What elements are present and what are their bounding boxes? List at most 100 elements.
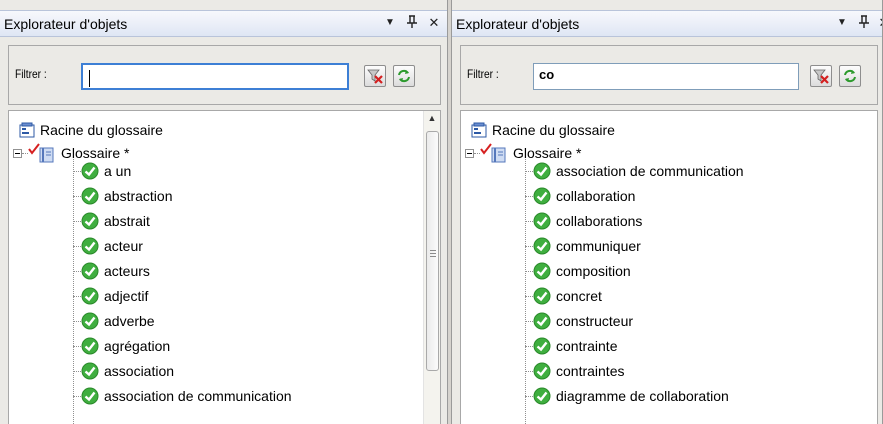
tree-item[interactable]: contraintes xyxy=(521,360,624,382)
object-explorer-right: Explorateur d'objets ▼ ✕ Filtrer : co xyxy=(451,0,883,424)
tree-item[interactable]: concret xyxy=(521,285,602,307)
object-tree: Racine du glossaire Glossaire * a un abs… xyxy=(8,110,441,424)
filter-label: Filtrer : xyxy=(467,67,499,81)
tree-root-label: Racine du glossaire xyxy=(492,122,615,138)
tree-item-label: acteur xyxy=(104,238,143,254)
green-check-icon xyxy=(533,337,551,355)
panel-title: Explorateur d'objets xyxy=(4,16,128,32)
filter-label: Filtrer : xyxy=(15,67,47,81)
glossary-book-icon xyxy=(28,143,54,163)
green-check-icon xyxy=(81,187,99,205)
green-check-icon xyxy=(81,287,99,305)
tree-item[interactable]: collaboration xyxy=(521,185,635,207)
tree-item-label: collaborations xyxy=(556,213,643,229)
filter-group: Filtrer : xyxy=(8,45,441,105)
tree-item-label: association de communication xyxy=(556,163,744,179)
close-icon[interactable]: ✕ xyxy=(426,15,442,31)
tree-item-label: association xyxy=(104,363,175,379)
refresh-filter-button[interactable] xyxy=(393,65,415,87)
tree-item-label: contrainte xyxy=(556,338,618,354)
green-check-icon xyxy=(81,237,99,255)
close-icon[interactable]: ✕ xyxy=(876,15,882,31)
tree-item[interactable]: constructeur xyxy=(521,310,633,332)
green-check-icon xyxy=(533,237,551,255)
tree-item[interactable]: abstraction xyxy=(69,185,172,207)
green-check-icon xyxy=(81,387,99,405)
green-check-icon xyxy=(533,187,551,205)
glossary-root-icon xyxy=(19,122,35,138)
green-check-icon xyxy=(81,337,99,355)
green-check-icon xyxy=(533,262,551,280)
tree-item[interactable]: collaborations xyxy=(521,210,642,232)
tree-item-label: concret xyxy=(556,288,602,304)
refresh-filter-button[interactable] xyxy=(839,65,861,87)
tree-item[interactable]: composition xyxy=(521,260,631,282)
tree-item[interactable]: contrainte xyxy=(521,335,617,357)
tree-item[interactable]: acteurs xyxy=(69,260,150,282)
tree-item[interactable]: adverbe xyxy=(69,310,155,332)
tree-item[interactable]: abstrait xyxy=(69,210,150,232)
tree-item[interactable]: association de communication xyxy=(521,160,744,182)
scroll-up-arrow-icon[interactable]: ▲ xyxy=(424,113,440,127)
green-check-icon xyxy=(533,212,551,230)
pin-icon-glyph xyxy=(859,15,869,28)
scrollbar-grip-icon xyxy=(430,250,436,257)
tree-item-label: collaboration xyxy=(556,188,636,204)
text-caret xyxy=(89,70,90,87)
green-check-icon xyxy=(81,362,99,380)
dropdown-arrow-icon[interactable]: ▼ xyxy=(382,15,398,31)
filter-group: Filtrer : co xyxy=(460,45,878,105)
object-explorer-left: Explorateur d'objets ▼ ✕ Filtrer : Racin… xyxy=(0,0,448,424)
tree-item-label: a un xyxy=(104,163,132,179)
tree-item[interactable]: a un xyxy=(69,160,131,182)
tree-item-label: abstrait xyxy=(104,213,150,229)
green-check-icon xyxy=(533,362,551,380)
pin-icon[interactable] xyxy=(404,15,420,31)
tree-item-label: contraintes xyxy=(556,363,625,379)
tree-item-label: composition xyxy=(556,263,631,279)
object-tree: Racine du glossaire Glossaire * associat… xyxy=(460,110,878,424)
tree-item-label: abstraction xyxy=(104,188,173,204)
tree-root-node[interactable]: Racine du glossaire xyxy=(19,119,163,141)
tree-item[interactable]: adjectif xyxy=(69,285,148,307)
tree-item-label: diagramme de collaboration xyxy=(556,388,729,404)
tree-item-label: association de communication xyxy=(104,388,292,404)
tree-item-label: acteurs xyxy=(104,263,150,279)
green-check-icon xyxy=(533,162,551,180)
green-check-icon xyxy=(533,287,551,305)
clear-filter-button[interactable] xyxy=(810,65,832,87)
tree-root-node[interactable]: Racine du glossaire xyxy=(471,119,615,141)
tree-item-label: agrégation xyxy=(104,338,171,354)
collapse-icon[interactable] xyxy=(13,148,22,158)
pin-icon[interactable] xyxy=(856,15,872,31)
green-check-icon xyxy=(533,312,551,330)
pin-icon-glyph xyxy=(407,15,417,28)
clear-filter-button[interactable] xyxy=(364,65,386,87)
tree-item-label: constructeur xyxy=(556,313,634,329)
panel-title: Explorateur d'objets xyxy=(456,16,580,32)
clear-filter-icon xyxy=(813,69,829,84)
tree-item[interactable]: agrégation xyxy=(69,335,170,357)
glossary-book-icon xyxy=(480,143,506,163)
collapse-icon[interactable] xyxy=(465,148,474,158)
tree-item[interactable]: acteur xyxy=(69,235,143,257)
dropdown-arrow-icon[interactable]: ▼ xyxy=(834,15,850,31)
tree-item-label: adjectif xyxy=(104,288,149,304)
tree-item[interactable]: association de communication xyxy=(69,385,292,407)
green-check-icon xyxy=(81,312,99,330)
tree-glossary-label: Glossaire * xyxy=(513,145,582,161)
panel-titlebar: Explorateur d'objets ▼ ✕ xyxy=(0,10,447,37)
tree-item[interactable]: communiquer xyxy=(521,235,641,257)
tree-glossary-label: Glossaire * xyxy=(61,145,130,161)
scrollbar-thumb[interactable] xyxy=(426,131,439,371)
vertical-scrollbar[interactable]: ▲ xyxy=(423,111,440,424)
glossary-root-icon xyxy=(471,122,487,138)
filter-input[interactable]: co xyxy=(533,63,799,90)
green-check-icon xyxy=(81,212,99,230)
green-check-icon xyxy=(81,262,99,280)
tree-item-label: adverbe xyxy=(104,313,155,329)
tree-item[interactable]: diagramme de collaboration xyxy=(521,385,729,407)
panel-titlebar: Explorateur d'objets ▼ ✕ xyxy=(452,10,882,37)
tree-item[interactable]: association xyxy=(69,360,174,382)
filter-input[interactable] xyxy=(81,63,349,90)
